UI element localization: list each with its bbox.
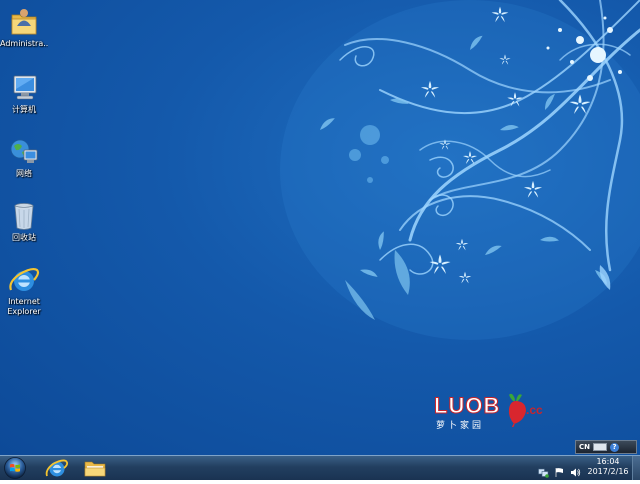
desktop-icon-administrator[interactable]: Administra... (0, 6, 48, 49)
desktop-icon-label: 回收站 (12, 233, 36, 242)
desktop-icon-internet-explorer[interactable]: Internet Explorer (0, 264, 48, 317)
brand-logo-text: LUOB (433, 393, 501, 419)
taskbar-pinned-windows-explorer[interactable] (80, 457, 110, 479)
help-icon[interactable]: ? (610, 442, 619, 452)
windows-explorer-icon (84, 461, 106, 477)
language-code[interactable]: CN (579, 443, 590, 451)
taskbar-clock[interactable]: 16:04 2017/2/16 (584, 457, 632, 479)
brand-logo-suffix: .cc (526, 403, 543, 417)
clock-date: 2017/2/16 (587, 467, 629, 476)
desktop[interactable]: Administra... 计算机 网络 回收站 Internet Explor… (0, 0, 640, 455)
brand-logo-subtitle: 萝卜家园 (436, 421, 485, 431)
user-folder-icon (8, 6, 40, 38)
start-orb-icon (4, 457, 26, 479)
network-tray-icon[interactable] (538, 463, 549, 478)
network-icon (8, 136, 40, 168)
computer-icon (8, 72, 40, 104)
desktop-icon-label: 网络 (16, 169, 32, 178)
wallpaper-floral-pattern (280, 0, 640, 340)
language-bar[interactable]: CN ? (575, 440, 637, 454)
desktop-icon-label: Internet Explorer (7, 297, 41, 316)
desktop-icon-label: Administra... (0, 39, 48, 48)
volume-tray-icon[interactable] (570, 463, 581, 476)
taskbar-pinned-internet-explorer[interactable] (42, 457, 72, 479)
desktop-icon-computer[interactable]: 计算机 (0, 72, 48, 115)
desktop-icon-label: 计算机 (12, 105, 36, 114)
desktop-icon-network[interactable]: 网络 (0, 136, 48, 179)
keyboard-icon[interactable] (593, 443, 607, 451)
wallpaper-brand-logo: LUOB .cc 萝卜家园 (433, 393, 554, 433)
internet-explorer-icon (8, 264, 40, 296)
desktop-icon-recycle-bin[interactable]: 回收站 (0, 200, 48, 243)
taskbar[interactable]: 16:04 2017/2/16 (0, 455, 640, 480)
recycle-bin-icon (8, 200, 40, 232)
clock-time: 16:04 (596, 457, 620, 466)
internet-explorer-icon (45, 459, 69, 477)
flag-tray-icon[interactable] (554, 463, 565, 477)
start-button[interactable] (2, 456, 28, 480)
show-desktop-button[interactable] (632, 456, 640, 480)
